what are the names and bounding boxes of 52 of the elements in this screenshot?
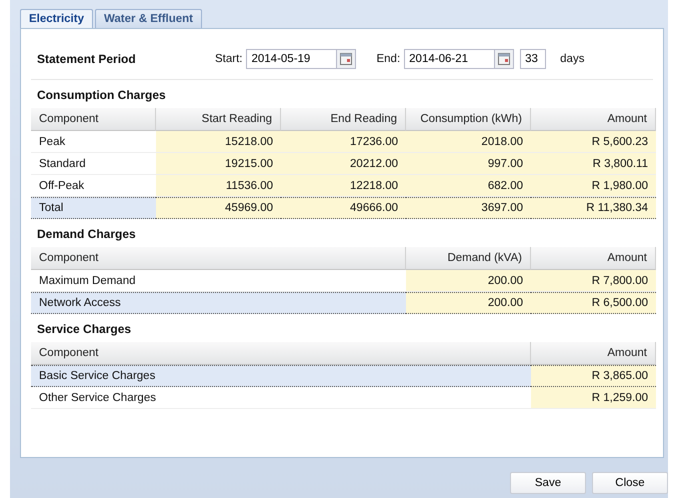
column-header[interactable]: Component <box>31 108 156 131</box>
table-cell: 200.00 <box>406 270 531 292</box>
days-field[interactable]: 33 <box>520 49 546 69</box>
tab[interactable]: Electricity <box>20 9 93 28</box>
table-cell[interactable]: Basic Service Charges <box>31 365 531 387</box>
column-header[interactable]: Amount <box>531 108 656 131</box>
table-cell: 3697.00 <box>406 197 531 219</box>
table-cell: R 1,980.00 <box>531 175 656 197</box>
column-header[interactable]: End Reading <box>281 108 406 131</box>
field-label: End: <box>376 53 400 65</box>
table-cell: 200.00 <box>406 292 531 314</box>
table-cell: R 6,500.00 <box>531 292 656 314</box>
table-cell: R 3,865.00 <box>531 365 656 387</box>
table-cell: 997.00 <box>406 153 531 175</box>
calendar-icon[interactable] <box>494 49 514 69</box>
field-label: Start: <box>215 53 242 65</box>
table-cell[interactable]: Other Service Charges <box>31 387 531 409</box>
field-label: days <box>560 53 584 65</box>
close-button[interactable]: Close <box>592 472 668 494</box>
table-cell: R 7,800.00 <box>531 270 656 292</box>
table-cell[interactable]: Total <box>31 197 156 219</box>
column-header[interactable]: Demand (kVA) <box>406 247 531 270</box>
table-cell[interactable]: Network Access <box>31 292 406 314</box>
table-cell: R 11,380.34 <box>531 197 656 219</box>
table-cell: R 3,800.11 <box>531 153 656 175</box>
table-cell: 12218.00 <box>281 175 406 197</box>
column-header[interactable]: Amount <box>531 342 656 365</box>
table-cell: 17236.00 <box>281 131 406 153</box>
table-cell: 19215.00 <box>156 153 281 175</box>
section-title: Demand Charges <box>36 226 137 243</box>
tab[interactable]: Water & Effluent <box>94 9 202 28</box>
table-cell: R 1,259.00 <box>531 387 656 409</box>
table-cell: 2018.00 <box>406 131 531 153</box>
calendar-icon[interactable] <box>336 49 356 69</box>
date-field[interactable]: 2014-06-21 <box>404 49 494 69</box>
column-header[interactable]: Amount <box>531 247 656 270</box>
table-cell: 49666.00 <box>281 197 406 219</box>
date-field[interactable]: 2014-05-19 <box>246 49 336 69</box>
table-cell: 682.00 <box>406 175 531 197</box>
table-cell: R 5,600.23 <box>531 131 656 153</box>
section-title: Statement Period <box>37 52 137 66</box>
column-header[interactable]: Component <box>31 247 406 270</box>
column-header[interactable]: Component <box>31 342 531 365</box>
section-title: Consumption Charges <box>36 87 167 104</box>
table-cell: 20212.00 <box>281 153 406 175</box>
section-title: Service Charges <box>36 321 132 338</box>
save-button[interactable]: Save <box>510 472 586 494</box>
column-header[interactable]: Start Reading <box>156 108 281 131</box>
table-cell: 15218.00 <box>156 131 281 153</box>
table-cell: 11536.00 <box>156 175 281 197</box>
table-cell: 45969.00 <box>156 197 281 219</box>
column-header[interactable]: Consumption (kWh) <box>406 108 531 131</box>
